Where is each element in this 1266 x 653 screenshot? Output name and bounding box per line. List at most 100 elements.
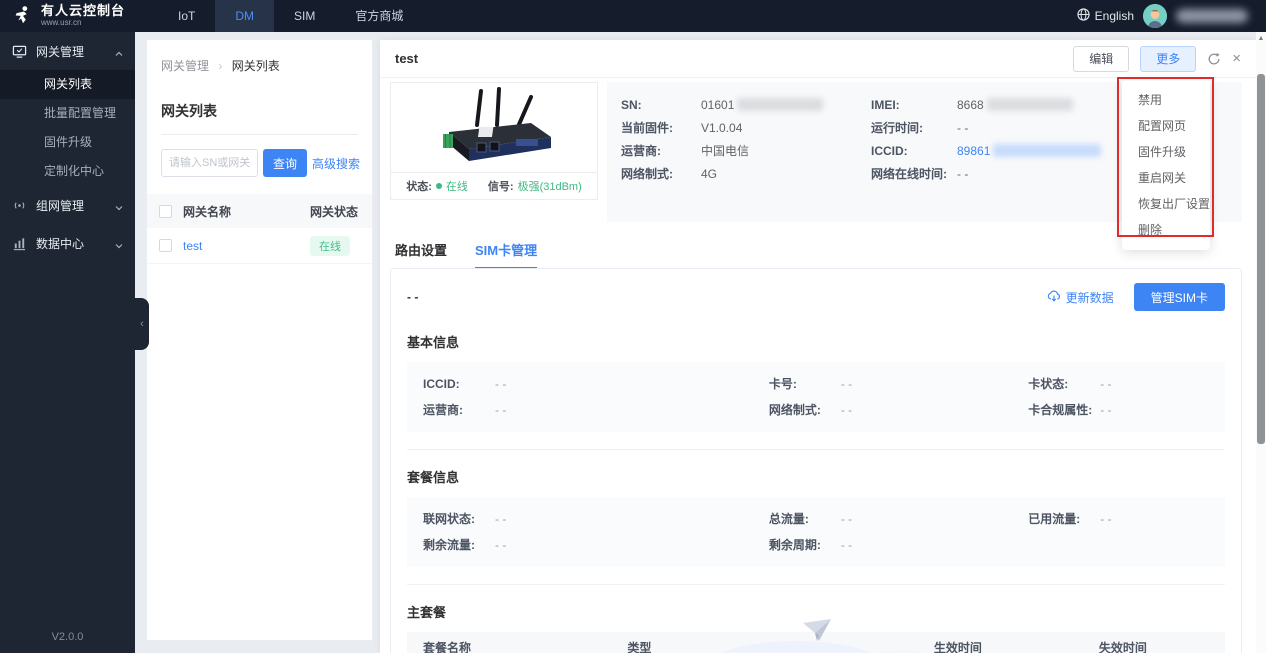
query-button[interactable]: 查询 [263,149,307,177]
online-dot-icon [436,183,442,189]
sidebar: 网关管理 网关列表 批量配置管理 固件升级 定制化中心 组网管理 数据中心 V2… [0,32,135,653]
sidebar-item-customization-center[interactable]: 定制化中心 [0,157,135,186]
status-label: 状态: [406,178,432,194]
product-tabs: IoT DM SIM 官方商城 [158,0,423,32]
redacted-blur [993,144,1101,157]
field-label: IMEI: [871,98,957,112]
version-label: V2.0.0 [0,631,135,643]
network-type-value: 4G [701,167,717,181]
scrollbar-thumb[interactable] [1257,74,1265,444]
field-label: 运营商: [621,142,701,159]
refresh-icon[interactable] [1207,52,1221,66]
field-value: - - [1100,371,1111,397]
brand-logo[interactable]: 有人云控制台 www.usr.cn [0,4,158,29]
language-switcher[interactable]: English [1077,8,1134,24]
field-value: - - [841,371,852,397]
field-label: 运行时间: [871,119,957,136]
username-redacted[interactable] [1176,9,1248,23]
field-value: - - [1100,397,1111,423]
scrollbar-up-arrow[interactable]: ▲ [1256,32,1266,46]
chevron-down-icon [115,201,123,209]
globe-icon [1077,8,1090,24]
more-button[interactable]: 更多 [1140,46,1196,72]
menu-item-config-webpage[interactable]: 配置网页 [1122,113,1210,139]
field-label: ICCID: [423,371,495,397]
tab-sim[interactable]: SIM [274,0,335,32]
field-value: - - [841,397,852,423]
field-value: - - [495,506,506,532]
empty-state-illustration [691,609,951,653]
brand-subtitle: www.usr.cn [41,19,125,28]
field-label: 网络制式: [621,165,701,182]
imei-value: 8668 [957,98,984,112]
device-photo [391,83,597,173]
field-label: 卡状态: [1028,371,1100,397]
sidebar-group-label: 网关管理 [36,43,84,60]
row-checkbox[interactable] [159,239,172,252]
sim-card-title: - - [407,290,418,304]
breadcrumb-gateway-management[interactable]: 网关管理 [161,59,209,73]
field-label: SN: [621,98,701,112]
top-navbar: 有人云控制台 www.usr.cn IoT DM SIM 官方商城 Englis… [0,0,1266,32]
field-label: 网络制式: [769,397,841,423]
iccid-link[interactable]: 89861 [957,144,990,158]
select-all-checkbox[interactable] [159,205,172,218]
gateway-icon [12,44,27,59]
sidebar-group-gateway-management[interactable]: 网关管理 [0,32,135,70]
search-input[interactable] [161,149,258,177]
sidebar-item-batch-config[interactable]: 批量配置管理 [0,99,135,128]
tab-route-settings[interactable]: 路由设置 [395,240,447,269]
detail-header: test 编辑 更多 × [380,40,1256,78]
menu-item-firmware-upgrade[interactable]: 固件升级 [1122,139,1210,165]
menu-item-restart-gateway[interactable]: 重启网关 [1122,165,1210,191]
sidebar-group-data-center[interactable]: 数据中心 [0,224,135,262]
field-value: - - [495,371,506,397]
sn-value: 01601 [701,98,734,112]
carrier-value: 中国电信 [701,142,749,159]
sidebar-group-label: 组网管理 [36,197,84,214]
field-value: - - [495,532,506,558]
field-label: 剩余流量: [423,532,495,558]
tab-sim-management[interactable]: SIM卡管理 [475,240,537,269]
sidebar-group-network-management[interactable]: 组网管理 [0,186,135,224]
sidebar-group-label: 数据中心 [36,235,84,252]
table-row: test 在线 [147,228,372,264]
online-time-value: - - [957,167,968,181]
column-gateway-name: 网关名称 [183,203,310,220]
avatar[interactable] [1143,4,1167,28]
network-signal-icon [12,198,27,213]
cloud-sync-icon [1047,289,1061,305]
sidebar-collapse-handle[interactable]: ‹ [135,298,149,350]
edit-button[interactable]: 编辑 [1073,46,1129,72]
divider [407,449,1225,450]
device-image-card: 状态: 在线 信号: 极强(31dBm) [390,82,598,200]
gateway-name-link[interactable]: test [183,239,202,253]
sidebar-item-firmware-upgrade[interactable]: 固件升级 [0,128,135,157]
menu-item-disable[interactable]: 禁用 [1122,87,1210,113]
field-value: - - [495,397,506,423]
breadcrumb: 网关管理 › 网关列表 [147,40,372,74]
field-label: 卡合规属性: [1028,397,1100,423]
brand-title: 有人云控制台 [41,4,125,18]
tab-iot[interactable]: IoT [158,0,215,32]
more-dropdown-menu: 禁用 配置网页 固件升级 重启网关 恢复出厂设置 删除 [1122,80,1210,250]
language-label: English [1095,9,1134,23]
update-data-label: 更新数据 [1066,289,1114,306]
chevron-down-icon [115,239,123,247]
menu-item-delete[interactable]: 删除 [1122,217,1210,243]
column-effective-time: 生效时间 [934,639,1099,653]
sidebar-item-gateway-list[interactable]: 网关列表 [0,70,135,99]
signal-label: 信号: [488,178,514,194]
table-header: 网关名称 网关状态 [147,194,372,228]
field-label: 卡号: [769,371,841,397]
close-icon[interactable]: × [1232,51,1241,66]
tab-official-store[interactable]: 官方商城 [335,0,423,32]
menu-item-factory-reset[interactable]: 恢复出厂设置 [1122,191,1210,217]
manage-sim-button[interactable]: 管理SIM卡 [1134,283,1225,311]
column-plan-name: 套餐名称 [423,639,627,653]
field-label: 联网状态: [423,506,495,532]
tab-dm[interactable]: DM [215,0,274,32]
detail-title: test [395,51,418,66]
update-data-link[interactable]: 更新数据 [1047,289,1114,306]
advanced-search-link[interactable]: 高级搜索 [312,155,360,172]
